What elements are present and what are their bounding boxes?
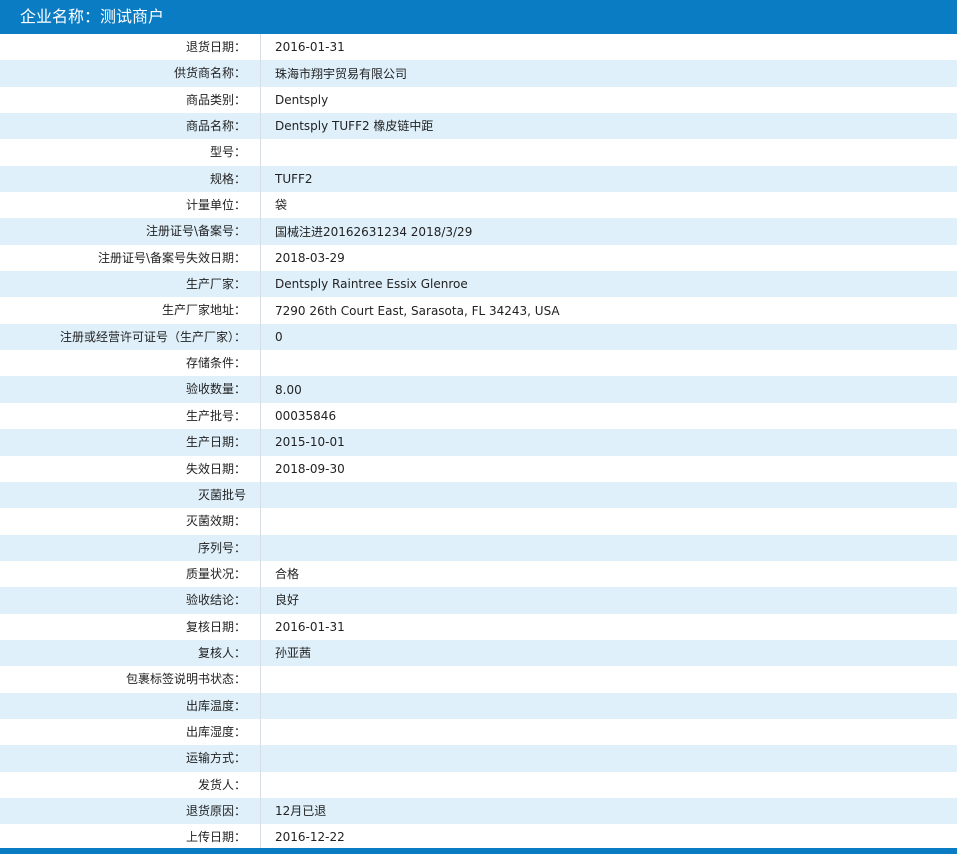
- table-row: 复核日期： 2016-01-31: [0, 613, 957, 640]
- row-label: 序列号：: [0, 534, 261, 561]
- table-row: 退货日期： 2016-01-31: [0, 34, 957, 61]
- table-row: 生产厂家地址： 7290 26th Court East, Sarasota, F…: [0, 297, 957, 324]
- row-label: 包裹标签说明书状态：: [0, 666, 261, 693]
- row-label: 注册证号\备案号失效日期：: [0, 244, 261, 272]
- row-value: 2018-09-30: [275, 461, 345, 476]
- table-row: 生产厂家： Dentsply Raintree Essix Glenroe: [0, 271, 957, 298]
- row-value: 2016-12-22: [275, 830, 345, 845]
- row-label: 存储条件：: [0, 350, 261, 377]
- row-value: 00035846: [275, 408, 337, 423]
- row-label: 退货原因：: [0, 797, 261, 825]
- row-label: 灭菌批号: [0, 481, 261, 509]
- table-row: 复核人： 孙亚茜: [0, 639, 957, 667]
- detail-table: 退货日期： 2016-01-31 供货商名称： 珠海市翔宇贸易有限公司 商品类别： D…: [0, 34, 957, 851]
- row-value: 合格: [275, 567, 300, 582]
- row-value: Dentsply TUFF2 橡皮链中距: [275, 119, 434, 134]
- row-value: 2015-10-01: [275, 435, 345, 450]
- row-label: 复核日期：: [0, 613, 261, 640]
- row-label: 验收数量：: [0, 376, 261, 403]
- row-label: 商品名称：: [0, 113, 261, 140]
- table-row: 灭菌效期：: [0, 508, 957, 535]
- table-row: 出库温度：: [0, 692, 957, 719]
- table-row: 存储条件：: [0, 350, 957, 377]
- row-label: 生产厂家地址：: [0, 297, 261, 324]
- table-row: 退货原因： 12月已退: [0, 797, 957, 825]
- table-row: 验收数量： 8.00: [0, 376, 957, 403]
- row-label: 退货日期：: [0, 34, 261, 61]
- table-row: 注册或经营许可证号（生产厂家）： 0: [0, 323, 957, 351]
- row-value: 2018-03-29: [275, 250, 345, 265]
- row-label: 验收结论：: [0, 587, 261, 614]
- row-value: 8.00: [275, 382, 302, 397]
- row-label: 生产批号：: [0, 402, 261, 430]
- row-value: Dentsply Raintree Essix Glenroe: [275, 277, 468, 292]
- row-label: 计量单位：: [0, 192, 261, 219]
- table-row: 注册证号\备案号： 国械注进20162631234 2018/3/29: [0, 218, 957, 245]
- row-label: 质量状况：: [0, 560, 261, 588]
- row-label: 运输方式：: [0, 745, 261, 772]
- row-value: 7290 26th Court East, Sarasota, FL 34243…: [275, 303, 560, 318]
- row-label: 注册或经营许可证号（生产厂家）：: [0, 323, 261, 351]
- row-value: 孙亚茜: [275, 646, 312, 661]
- row-value: 国械注进20162631234 2018/3/29: [275, 224, 473, 239]
- row-value: 0: [275, 329, 283, 344]
- row-value: 2016-01-31: [275, 40, 345, 55]
- row-value: Dentsply: [275, 92, 329, 107]
- table-row: 验收结论： 良好: [0, 587, 957, 614]
- row-label: 生产日期：: [0, 429, 261, 456]
- table-row: 规格： TUFF2: [0, 165, 957, 193]
- table-row: 生产批号： 00035846: [0, 402, 957, 430]
- row-label: 复核人：: [0, 639, 261, 667]
- row-label: 注册证号\备案号：: [0, 218, 261, 245]
- table-row: 包裹标签说明书状态：: [0, 666, 957, 693]
- page-header: 企业名称：测试商户: [0, 0, 957, 34]
- table-row: 生产日期： 2015-10-01: [0, 429, 957, 456]
- table-row: 序列号：: [0, 534, 957, 561]
- table-row: 商品类别： Dentsply: [0, 86, 957, 114]
- row-label: 出库湿度：: [0, 718, 261, 746]
- table-row: 出库湿度：: [0, 718, 957, 746]
- footer-bar: [0, 848, 957, 854]
- row-value: 12月已退: [275, 804, 327, 819]
- table-row: 注册证号\备案号失效日期： 2018-03-29: [0, 244, 957, 272]
- table-row: 商品名称： Dentsply TUFF2 橡皮链中距: [0, 113, 957, 140]
- table-row: 灭菌批号: [0, 481, 957, 509]
- row-value: 珠海市翔宇贸易有限公司: [275, 66, 408, 81]
- row-value: 袋: [275, 198, 288, 213]
- row-label: 供货商名称：: [0, 60, 261, 87]
- table-row: 上传日期： 2016-12-22: [0, 824, 957, 851]
- table-row: 型号：: [0, 139, 957, 166]
- company-name: 测试商户: [100, 7, 165, 26]
- table-row: 运输方式：: [0, 745, 957, 772]
- row-label: 商品类别：: [0, 86, 261, 114]
- table-row: 计量单位： 袋: [0, 192, 957, 219]
- row-value: 2016-01-31: [275, 619, 345, 634]
- row-label: 发货人：: [0, 771, 261, 798]
- row-label: 型号：: [0, 139, 261, 166]
- row-label: 规格：: [0, 165, 261, 193]
- detail-page: 企业名称：测试商户 退货日期： 2016-01-31 供货商名称： 珠海市翔宇贸易有…: [0, 0, 957, 854]
- row-label: 失效日期：: [0, 455, 261, 482]
- row-value: 良好: [275, 593, 300, 608]
- row-label: 出库温度：: [0, 692, 261, 719]
- company-label: 企业名称：: [20, 7, 101, 26]
- row-value: TUFF2: [275, 171, 313, 186]
- row-label: 上传日期：: [0, 824, 261, 851]
- row-label: 灭菌效期：: [0, 508, 261, 535]
- table-row: 质量状况： 合格: [0, 560, 957, 588]
- table-row: 发货人：: [0, 771, 957, 798]
- table-row: 供货商名称： 珠海市翔宇贸易有限公司: [0, 60, 957, 87]
- table-row: 失效日期： 2018-09-30: [0, 455, 957, 482]
- row-label: 生产厂家：: [0, 271, 261, 298]
